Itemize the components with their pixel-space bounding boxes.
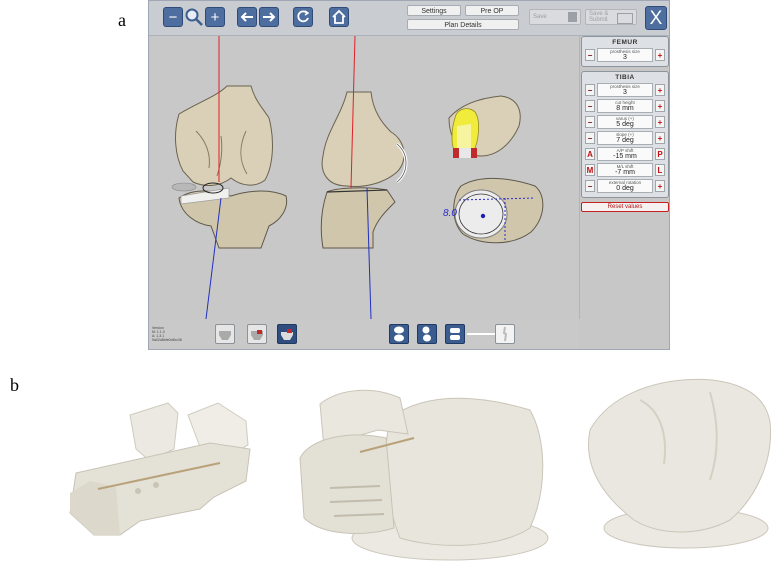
value-field[interactable]: external rotation 0 deg <box>597 179 653 193</box>
increase-button[interactable]: + <box>655 100 665 112</box>
rotate-view-icon[interactable] <box>293 7 313 27</box>
increase-button[interactable]: + <box>655 180 665 192</box>
control-value: 3 <box>623 89 627 96</box>
submit-icon <box>617 13 633 24</box>
reset-values-button[interactable]: Reset values <box>581 202 669 212</box>
full-leg-view-icon[interactable] <box>495 324 515 344</box>
value-field[interactable]: prosthesis size 3 <box>597 48 653 62</box>
control-value: 0 deg <box>616 185 634 192</box>
printed-tibia-model-photo <box>560 370 778 563</box>
increase-button[interactable]: + <box>655 132 665 144</box>
plan-details-button[interactable]: Plan Details <box>407 19 519 30</box>
decrease-button[interactable]: − <box>585 132 595 144</box>
panel-label-b: b <box>10 375 19 395</box>
value-field[interactable]: slope (+) 7 deg <box>597 131 653 145</box>
panel-label-a: a <box>118 10 126 30</box>
femur-size-control: − prosthesis size 3 + <box>585 48 665 62</box>
increase-button[interactable]: + <box>655 49 665 61</box>
close-button[interactable]: X <box>645 6 667 30</box>
measurement-label: 8.0 <box>443 208 457 219</box>
decrease-button[interactable]: − <box>585 49 595 61</box>
save-submit-label: Save & Submit <box>589 11 609 23</box>
ap-shift-control: A A/P shift -15 mm P <box>585 147 665 161</box>
decrease-button[interactable]: − <box>585 116 595 128</box>
control-panel: FEMUR − prosthesis size 3 + TIBIA − pros… <box>581 36 669 212</box>
femur-section: FEMUR − prosthesis size 3 + <box>581 36 669 67</box>
3d-viewport[interactable]: 8.0 <box>151 35 580 320</box>
cut-view-icon[interactable] <box>247 324 267 344</box>
axial-view-icon[interactable] <box>445 324 465 344</box>
decrease-button[interactable]: − <box>585 100 595 112</box>
lateral-button[interactable]: L <box>655 164 665 176</box>
floppy-icon <box>568 12 577 22</box>
zoom-out-button[interactable]: − <box>163 7 183 27</box>
decrease-button[interactable]: − <box>585 180 595 192</box>
tibia-section: TIBIA − prosthesis size 3 + − cut height… <box>581 71 669 198</box>
side-view-icon[interactable] <box>417 324 437 344</box>
save-label: Save <box>533 14 547 20</box>
femur-title: FEMUR <box>612 39 638 46</box>
planning-app-window: − + Settings Pre OP Plan Details Save Sa… <box>148 0 670 350</box>
value-field[interactable]: M/L shift -7 mm <box>597 163 653 177</box>
control-value: 5 deg <box>616 121 634 128</box>
printed-guide-on-bone-photo <box>290 378 558 563</box>
value-field[interactable]: varus (+) 5 deg <box>597 115 653 129</box>
cut-height-control: − cut height 8 mm + <box>585 99 665 113</box>
save-button[interactable]: Save <box>529 9 581 25</box>
bone-only-view-icon[interactable] <box>215 324 235 344</box>
increase-button[interactable]: + <box>655 84 665 96</box>
slope-control: − slope (+) 7 deg + <box>585 131 665 145</box>
control-value: 8 mm <box>616 105 634 112</box>
value-field[interactable]: A/P shift -15 mm <box>597 147 653 161</box>
magnifier-icon[interactable] <box>184 7 204 27</box>
medial-button[interactable]: M <box>585 164 595 176</box>
pre-op-button[interactable]: Pre OP <box>465 5 519 16</box>
value-field[interactable]: cut height 8 mm <box>597 99 653 113</box>
varus-control: − varus (+) 5 deg + <box>585 115 665 129</box>
control-value: 3 <box>623 54 627 61</box>
view-connector <box>467 333 495 335</box>
external-rotation-control: − external rotation 0 deg + <box>585 179 665 193</box>
version-line: 9a02d6bfe0c6bc36 <box>152 338 182 342</box>
toolbar: − + Settings Pre OP Plan Details Save Sa… <box>149 1 669 36</box>
control-value: 7 deg <box>616 137 634 144</box>
home-icon[interactable] <box>329 7 349 27</box>
tibia-size-control: − prosthesis size 3 + <box>585 83 665 97</box>
undo-arrow-icon[interactable] <box>237 7 257 27</box>
control-value: -15 mm <box>613 153 637 160</box>
zoom-in-label: + <box>210 9 220 26</box>
knee-model-render <box>171 35 544 320</box>
zoom-out-label: − <box>168 9 178 26</box>
value-field[interactable]: prosthesis size 3 <box>597 83 653 97</box>
ml-shift-control: M M/L shift -7 mm L <box>585 163 665 177</box>
zoom-in-button[interactable]: + <box>205 7 225 27</box>
tibia-title: TIBIA <box>615 74 635 81</box>
posterior-button[interactable]: P <box>655 148 665 160</box>
control-value: -7 mm <box>615 169 635 176</box>
implant-view-icon[interactable] <box>277 324 297 344</box>
settings-button[interactable]: Settings <box>407 5 461 16</box>
version-info: Version M: 1.1.0 A: 1.3.1 9a02d6bfe0c6bc… <box>152 326 182 342</box>
anterior-button[interactable]: A <box>585 148 595 160</box>
printed-cutting-guide-photo <box>50 385 262 563</box>
save-submit-button[interactable]: Save & Submit <box>585 9 637 25</box>
increase-button[interactable]: + <box>655 116 665 128</box>
front-view-icon[interactable] <box>389 324 409 344</box>
decrease-button[interactable]: − <box>585 84 595 96</box>
redo-arrow-icon[interactable] <box>259 7 279 27</box>
view-selection-bar: Version M: 1.1.0 A: 1.3.1 9a02d6bfe0c6bc… <box>149 319 579 349</box>
